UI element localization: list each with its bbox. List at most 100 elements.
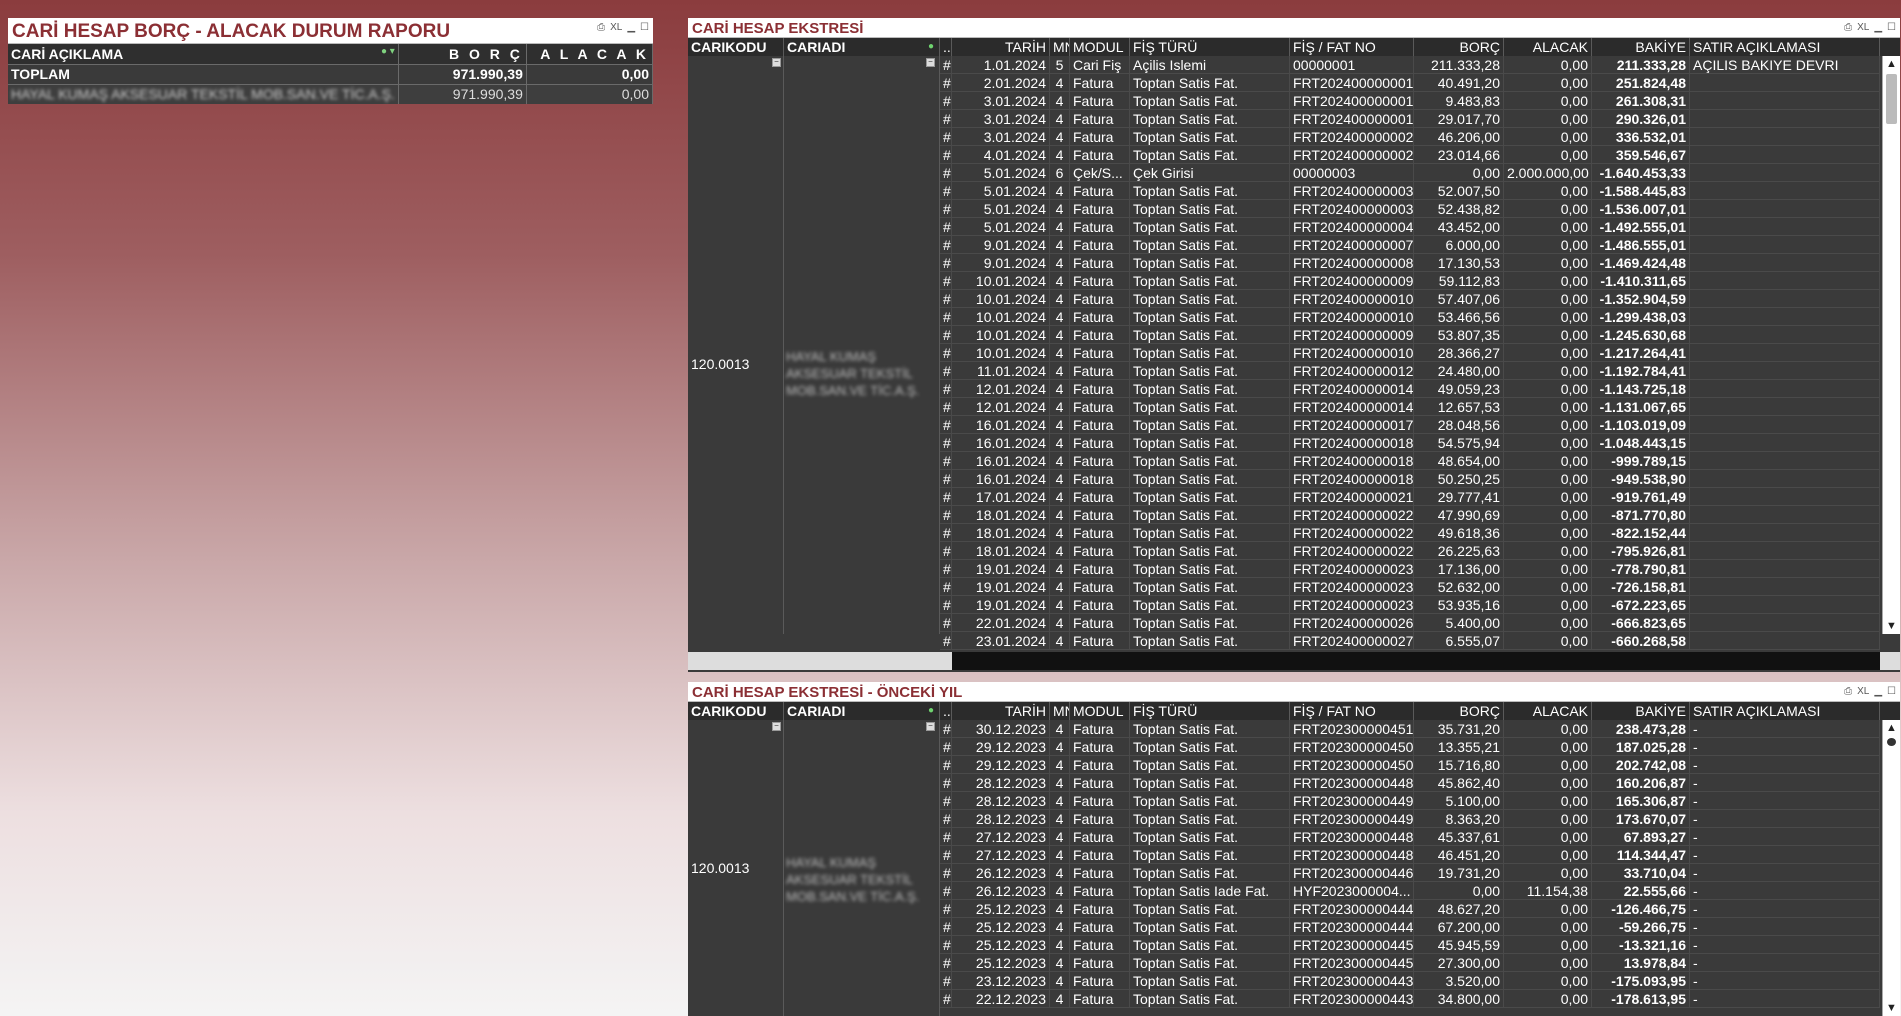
table-row[interactable]: #12.01.2024 4 Fatura Toptan Satis Fat. FRT20… [940, 398, 1880, 416]
selection-indicator-icon[interactable]: ● [928, 38, 934, 56]
column-header-cariadi[interactable]: CARIADI [784, 38, 940, 56]
column-header-alacak[interactable]: ALACAK [1504, 38, 1592, 56]
scroll-down-icon[interactable]: ▼ [1886, 1002, 1897, 1014]
table-row[interactable]: #25.12.2023 4 Fatura Toptan Satis Fat. FRT20… [940, 936, 1880, 954]
column-header-dots[interactable]: ... [940, 702, 952, 720]
excel-export-button[interactable]: XL [1857, 686, 1869, 697]
cariadi-value[interactable]: HAYAL KUMAŞ AKSESUAR TEKSTİL MOB.SAN.VE … [786, 348, 919, 399]
table-row[interactable]: #5.01.2024 4 Fatura Toptan Satis Fat. FRT202… [940, 218, 1880, 236]
table-row[interactable]: #28.12.2023 4 Fatura Toptan Satis Fat. FRT20… [940, 792, 1880, 810]
column-header-bakiye[interactable]: BAKİYE [1592, 38, 1690, 56]
table-row[interactable]: #10.01.2024 4 Fatura Toptan Satis Fat. FRT20… [940, 272, 1880, 290]
collapse-icon[interactable]: − [772, 58, 781, 67]
column-header-aciklama[interactable]: SATIR AÇIKLAMASI [1690, 38, 1880, 56]
table-row[interactable]: #16.01.2024 4 Fatura Toptan Satis Fat. FRT20… [940, 470, 1880, 488]
collapse-icon[interactable]: − [926, 722, 935, 731]
column-header-bakiye[interactable]: BAKİYE [1592, 702, 1690, 720]
table-row[interactable]: #10.01.2024 4 Fatura Toptan Satis Fat. FRT20… [940, 308, 1880, 326]
printer-icon[interactable]: ⎙ [1844, 686, 1852, 697]
column-header-borc[interactable]: B O R Ç [398, 44, 527, 65]
table-row[interactable]: #12.01.2024 4 Fatura Toptan Satis Fat. FRT20… [940, 380, 1880, 398]
table-row[interactable]: #9.01.2024 4 Fatura Toptan Satis Fat. FRT202… [940, 236, 1880, 254]
table-row[interactable]: #5.01.2024 6 Çek/S... Çek Girisi 00000003 0,0… [940, 164, 1880, 182]
table-row[interactable]: #11.01.2024 4 Fatura Toptan Satis Fat. FRT20… [940, 362, 1880, 380]
table-row[interactable]: #16.01.2024 4 Fatura Toptan Satis Fat. FRT20… [940, 452, 1880, 470]
table-row[interactable]: #3.01.2024 4 Fatura Toptan Satis Fat. FRT202… [940, 110, 1880, 128]
collapse-icon[interactable]: − [926, 58, 935, 67]
table-row[interactable]: #29.12.2023 4 Fatura Toptan Satis Fat. FRT20… [940, 738, 1880, 756]
table-row[interactable]: #19.01.2024 4 Fatura Toptan Satis Fat. FRT20… [940, 578, 1880, 596]
table-row[interactable]: #3.01.2024 4 Fatura Toptan Satis Fat. FRT202… [940, 92, 1880, 110]
table-row[interactable]: #28.12.2023 4 Fatura Toptan Satis Fat. FRT20… [940, 774, 1880, 792]
table-row[interactable]: #16.01.2024 4 Fatura Toptan Satis Fat. FRT20… [940, 434, 1880, 452]
table-row[interactable]: #23.12.2023 4 Fatura Toptan Satis Fat. FRT20… [940, 972, 1880, 990]
minimize-icon[interactable]: ▁ [1874, 22, 1882, 33]
table-row[interactable]: #3.01.2024 4 Fatura Toptan Satis Fat. FRT202… [940, 128, 1880, 146]
table-row[interactable]: #19.01.2024 4 Fatura Toptan Satis Fat. FRT20… [940, 596, 1880, 614]
table-row[interactable]: #10.01.2024 4 Fatura Toptan Satis Fat. FRT20… [940, 290, 1880, 308]
column-header-alacak[interactable]: A L A C A K [526, 44, 653, 65]
selection-indicator-icon[interactable]: ● [928, 702, 934, 720]
vertical-scrollbar[interactable]: ▲ ▼ [1882, 56, 1900, 634]
column-header-borc[interactable]: BORÇ [1414, 38, 1504, 56]
table-row[interactable]: #22.01.2024 4 Fatura Toptan Satis Fat. FRT20… [940, 614, 1880, 632]
minimize-icon[interactable]: ▁ [1874, 686, 1882, 697]
maximize-icon[interactable]: ☐ [1887, 22, 1896, 33]
scroll-down-icon[interactable]: ▼ [1886, 620, 1897, 632]
column-header-carikodu[interactable]: CARIKODU [688, 38, 784, 56]
scrollbar-thumb[interactable] [1887, 738, 1896, 746]
table-row[interactable]: #2.01.2024 4 Fatura Toptan Satis Fat. FRT202… [940, 74, 1880, 92]
column-header-carikodu[interactable]: CARIKODU [688, 702, 784, 720]
column-header-fis-turu[interactable]: FİŞ TÜRÜ [1130, 38, 1290, 56]
table-row[interactable]: #30.12.2023 4 Fatura Toptan Satis Fat. FRT20… [940, 720, 1880, 738]
table-row[interactable]: #26.12.2023 4 Fatura Toptan Satis Iade Fat.… [940, 882, 1880, 900]
column-header-alacak[interactable]: ALACAK [1504, 702, 1592, 720]
table-row[interactable]: #26.12.2023 4 Fatura Toptan Satis Fat. FRT20… [940, 864, 1880, 882]
scroll-up-icon[interactable]: ▲ [1886, 58, 1897, 70]
carikodu-value[interactable]: 120.0013 [691, 860, 749, 876]
column-header-dots[interactable]: ... [940, 38, 952, 56]
column-header-fis-no[interactable]: FİŞ / FAT NO [1290, 38, 1414, 56]
column-header-tarih[interactable]: TARİH [952, 38, 1050, 56]
column-header-fis-turu[interactable]: FİŞ TÜRÜ [1130, 702, 1290, 720]
cari-name-cell[interactable]: HAYAL KUMAŞ AKSESUAR TEKSTİL MOB.SAN.VE … [8, 84, 399, 104]
table-row[interactable]: #19.01.2024 4 Fatura Toptan Satis Fat. FRT20… [940, 560, 1880, 578]
column-header-borc[interactable]: BORÇ [1414, 702, 1504, 720]
table-row[interactable]: #25.12.2023 4 Fatura Toptan Satis Fat. FRT20… [940, 918, 1880, 936]
table-row[interactable]: #5.01.2024 4 Fatura Toptan Satis Fat. FRT202… [940, 200, 1880, 218]
table-row[interactable]: #23.01.2024 4 Fatura Toptan Satis Fat. FRT20… [940, 632, 1880, 650]
table-row[interactable]: #10.01.2024 4 Fatura Toptan Satis Fat. FRT20… [940, 326, 1880, 344]
table-row[interactable]: #16.01.2024 4 Fatura Toptan Satis Fat. FRT20… [940, 416, 1880, 434]
table-row[interactable]: #17.01.2024 4 Fatura Toptan Satis Fat. FRT20… [940, 488, 1880, 506]
sort-icon[interactable]: ● ▾ [381, 46, 395, 57]
scroll-up-icon[interactable]: ▲ [1886, 722, 1897, 734]
table-row[interactable]: #18.01.2024 4 Fatura Toptan Satis Fat. FRT20… [940, 542, 1880, 560]
scrollbar-thumb[interactable] [1886, 74, 1897, 124]
table-row[interactable]: #22.12.2023 4 Fatura Toptan Satis Fat. FRT20… [940, 990, 1880, 1008]
minimize-icon[interactable]: ▁ [627, 22, 635, 33]
printer-icon[interactable]: ⎙ [597, 22, 605, 33]
table-row[interactable]: HAYAL KUMAŞ AKSESUAR TEKSTİL MOB.SAN.VE … [8, 84, 653, 104]
table-row[interactable]: #25.12.2023 4 Fatura Toptan Satis Fat. FRT20… [940, 954, 1880, 972]
cariadi-value[interactable]: HAYAL KUMAŞ AKSESUAR TEKSTİL MOB.SAN.VE … [786, 854, 919, 905]
column-header-fis-no[interactable]: FİŞ / FAT NO [1290, 702, 1414, 720]
printer-icon[interactable]: ⎙ [1844, 22, 1852, 33]
maximize-icon[interactable]: ☐ [1887, 686, 1896, 697]
table-row[interactable]: #18.01.2024 4 Fatura Toptan Satis Fat. FRT20… [940, 524, 1880, 542]
table-row[interactable]: #10.01.2024 4 Fatura Toptan Satis Fat. FRT20… [940, 344, 1880, 362]
column-header-cari-aciklama[interactable]: CARİ AÇIKLAMA ● ▾ [8, 44, 399, 65]
column-header-cariadi[interactable]: CARIADI [784, 702, 940, 720]
table-row[interactable]: #4.01.2024 4 Fatura Toptan Satis Fat. FRT202… [940, 146, 1880, 164]
maximize-icon[interactable]: ☐ [640, 22, 649, 33]
table-row[interactable]: #27.12.2023 4 Fatura Toptan Satis Fat. FRT20… [940, 828, 1880, 846]
vertical-scrollbar[interactable]: ▲ ▼ [1882, 720, 1900, 1016]
excel-export-button[interactable]: XL [1857, 22, 1869, 33]
table-row[interactable]: #9.01.2024 4 Fatura Toptan Satis Fat. FRT202… [940, 254, 1880, 272]
column-header-mn[interactable]: MN [1050, 38, 1070, 56]
collapse-icon[interactable]: − [772, 722, 781, 731]
table-row[interactable]: #1.01.2024 5 Cari Fiş Açilis Islemi 00000001… [940, 56, 1880, 74]
column-header-modul[interactable]: MODUL [1070, 38, 1130, 56]
column-header-mn[interactable]: MN [1050, 702, 1070, 720]
table-row[interactable]: #25.12.2023 4 Fatura Toptan Satis Fat. FRT20… [940, 900, 1880, 918]
table-row[interactable]: #27.12.2023 4 Fatura Toptan Satis Fat. FRT20… [940, 846, 1880, 864]
